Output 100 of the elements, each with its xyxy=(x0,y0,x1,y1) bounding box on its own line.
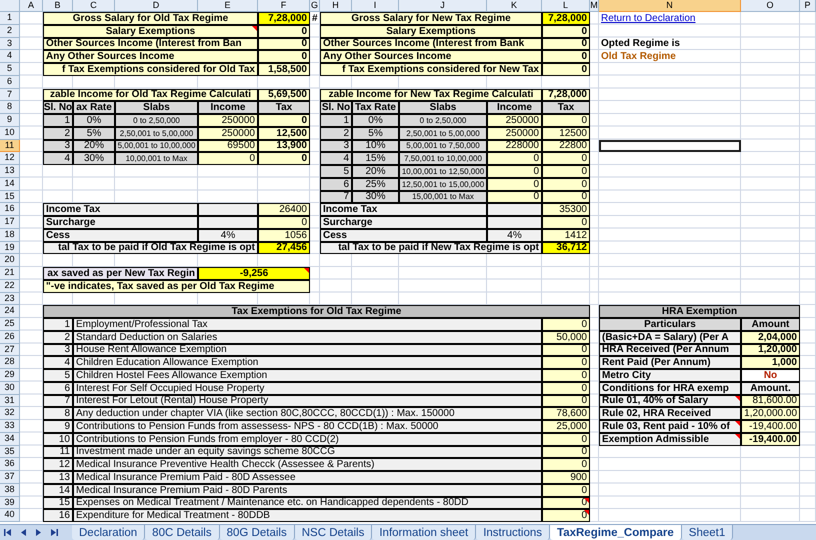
sheet-tab[interactable]: Instructions xyxy=(476,525,550,540)
column-header[interactable]: K xyxy=(487,0,542,12)
table-cell: 2 xyxy=(43,330,73,344)
row-header[interactable]: 20 xyxy=(0,254,20,267)
first-sheet-icon[interactable] xyxy=(4,528,13,537)
row-header[interactable]: 4 xyxy=(0,50,20,63)
row-header[interactable]: 2 xyxy=(0,24,20,38)
column-heading: Slabs xyxy=(399,101,487,114)
return-link[interactable]: Return to Declaration xyxy=(599,10,741,26)
table-cell: Standard Deduction on Salaries xyxy=(73,330,542,344)
column-header[interactable]: N xyxy=(599,0,741,12)
column-header[interactable]: I xyxy=(352,0,399,12)
row-header[interactable]: 14 xyxy=(0,178,20,190)
table-cell: 0 xyxy=(542,382,590,394)
selected-cell[interactable] xyxy=(599,140,741,152)
next-sheet-icon[interactable] xyxy=(34,528,43,537)
sheet-tab[interactable]: Declaration xyxy=(72,525,146,540)
column-header[interactable]: F xyxy=(258,0,310,12)
row-header[interactable]: 16 xyxy=(0,203,20,216)
table-cell: 0 xyxy=(258,114,310,127)
row-header[interactable]: 25 xyxy=(0,318,20,331)
sheet-tab[interactable]: 80C Details xyxy=(145,525,220,540)
table-cell: Rule 03, Rent paid - 10% of xyxy=(599,420,741,433)
row-header[interactable]: 30 xyxy=(0,382,20,394)
row-header[interactable]: 19 xyxy=(0,242,20,254)
table-cell: 250000 xyxy=(198,114,258,127)
row-header[interactable]: 31 xyxy=(0,394,20,408)
column-header[interactable]: D xyxy=(115,0,198,12)
row-header[interactable]: 28 xyxy=(0,356,20,369)
column-header[interactable]: L xyxy=(542,0,590,12)
row-header[interactable]: 21 xyxy=(0,267,20,280)
row-header[interactable]: 26 xyxy=(0,330,20,344)
sheet-tab[interactable]: Information sheet xyxy=(372,525,476,540)
column-header[interactable]: O xyxy=(741,0,800,12)
row-header[interactable]: 11 xyxy=(0,140,20,152)
previous-sheet-icon[interactable] xyxy=(19,528,28,537)
row-header[interactable]: 35 xyxy=(0,446,20,458)
table-cell: Rent Paid (Per Annum) xyxy=(599,356,741,369)
row-header[interactable]: 15 xyxy=(0,190,20,204)
row-header[interactable]: 9 xyxy=(0,114,20,127)
column-header[interactable]: M xyxy=(590,0,599,12)
column-header[interactable]: E xyxy=(198,0,258,12)
table-cell: 0 xyxy=(542,446,590,458)
row-header[interactable]: 7 xyxy=(0,88,20,102)
table-title: Tax Exemptions for Old Tax Regime xyxy=(43,305,590,318)
column-header[interactable]: B xyxy=(43,0,73,12)
table-cell: Surcharge xyxy=(43,216,198,229)
row-header[interactable]: 3 xyxy=(0,38,20,50)
column-header[interactable]: J xyxy=(399,0,487,12)
column-header[interactable]: C xyxy=(73,0,115,12)
row-header[interactable]: 22 xyxy=(0,280,20,292)
table-cell: 0 xyxy=(542,24,590,38)
row-header[interactable]: 32 xyxy=(0,407,20,420)
row-header[interactable]: 10 xyxy=(0,126,20,140)
table-cell: 6 xyxy=(320,178,352,190)
row-header[interactable]: 34 xyxy=(0,432,20,446)
table-cell: 10% xyxy=(352,140,399,152)
row-header[interactable]: 24 xyxy=(0,305,20,318)
row-header[interactable]: 18 xyxy=(0,228,20,242)
row-header[interactable]: 27 xyxy=(0,344,20,356)
row-header[interactable]: 23 xyxy=(0,292,20,306)
table-cell: 13,900 xyxy=(258,140,310,152)
last-sheet-icon[interactable] xyxy=(49,528,58,537)
table-cell: 0 xyxy=(542,509,590,522)
column-header[interactable]: H xyxy=(320,0,352,12)
table-cell: 1 xyxy=(320,114,352,127)
sheet-tab[interactable]: 80G Details xyxy=(220,525,295,540)
row-header[interactable]: 36 xyxy=(0,458,20,471)
row-header[interactable]: 39 xyxy=(0,496,20,510)
table-cell: 36,712 xyxy=(542,242,590,254)
row-header[interactable]: 13 xyxy=(0,165,20,178)
row-header[interactable]: 8 xyxy=(0,101,20,114)
row-header[interactable]: 5 xyxy=(0,63,20,76)
table-cell: 0 xyxy=(542,152,590,165)
table-cell: No xyxy=(741,369,800,382)
table-cell: 1,58,500 xyxy=(258,63,310,76)
row-header[interactable]: 37 xyxy=(0,471,20,484)
table-cell: 0 xyxy=(542,63,590,76)
table-cell: Children Hostel Fees Allowance Exemption xyxy=(73,369,542,382)
column-header[interactable]: P xyxy=(800,0,816,12)
row-header[interactable]: 40 xyxy=(0,509,20,522)
table-cell: Expenditure for Medical Treatment - 80DDB xyxy=(73,509,542,522)
column-header[interactable]: G xyxy=(310,0,320,12)
row-header[interactable]: 1 xyxy=(0,12,20,25)
sheet-tab[interactable]: NSC Details xyxy=(294,525,372,540)
row-header[interactable]: 38 xyxy=(0,484,20,496)
row-header[interactable]: 6 xyxy=(0,76,20,88)
sheet-tab[interactable]: TaxRegime_Compare xyxy=(550,525,682,540)
table-cell: Gross Salary for Old Tax Regime xyxy=(43,12,258,25)
sheet-tab[interactable]: Sheet1 xyxy=(682,525,734,540)
regime-value: Old Tax Regime xyxy=(600,50,677,63)
column-header[interactable]: A xyxy=(20,0,43,12)
row-header[interactable]: 17 xyxy=(0,216,20,229)
table-cell: f Tax Exemptions considered for New Tax xyxy=(320,63,542,76)
row-header[interactable]: 29 xyxy=(0,369,20,382)
table-cell: Any deduction under chapter VIA (like section 80C,80CCC, 80CCD(1)) : Max. 150000 xyxy=(73,407,542,420)
table-cell: Gross Salary for New Tax Regime xyxy=(320,12,542,25)
table-cell: 5 xyxy=(320,165,352,178)
row-header[interactable]: 12 xyxy=(0,152,20,165)
row-header[interactable]: 33 xyxy=(0,420,20,433)
